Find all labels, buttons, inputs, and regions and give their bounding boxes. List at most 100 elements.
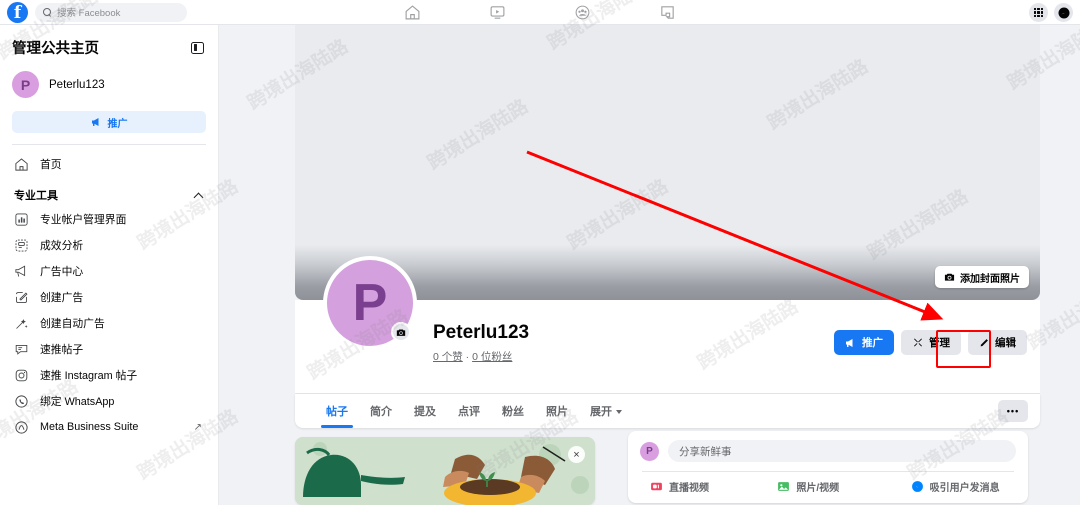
more-options-label: ••• xyxy=(1006,406,1020,416)
invite-message-button[interactable]: 吸引用户发消息 xyxy=(883,479,1016,494)
tabs-more-options-button[interactable]: ••• xyxy=(998,400,1028,422)
left-sidebar: 管理公共主页 P Peterlu123 推广 首页 专业工具 专业帐户管理界面 … xyxy=(0,25,219,505)
watch-video-icon[interactable] xyxy=(489,4,506,21)
close-promo-icon[interactable]: × xyxy=(568,446,585,463)
sidebar-item-insights[interactable]: 成效分析 xyxy=(12,232,206,258)
apps-grid-icon[interactable] xyxy=(1029,3,1048,22)
manage-label: 管理 xyxy=(929,337,950,349)
sidebar-section-label: 专业工具 xyxy=(14,190,58,202)
sidebar-item-boost-post[interactable]: 速推帖子 xyxy=(12,336,206,362)
composer-avatar-letter: P xyxy=(646,445,653,457)
tab-more[interactable]: 展开 xyxy=(579,394,633,428)
chevron-down-icon xyxy=(616,409,622,414)
tab-mentions[interactable]: 提及 xyxy=(403,394,447,428)
tab-posts[interactable]: 帖子 xyxy=(315,394,359,428)
sidebar-label: 专业帐户管理界面 xyxy=(40,214,127,226)
megaphone-icon xyxy=(91,118,98,126)
tab-photos[interactable]: 照片 xyxy=(535,394,579,428)
facebook-page-manage-screen: f 搜索 Facebook 管理公共主页 P Peterlu123 推广 首页 … xyxy=(0,0,1080,505)
sidebar-label: 成效分析 xyxy=(40,240,84,252)
tab-reviews[interactable]: 点评 xyxy=(447,394,491,428)
speech-bubble-icon xyxy=(14,342,29,357)
profile-avatar[interactable]: P xyxy=(323,256,417,350)
photo-video-label: 照片/视频 xyxy=(796,483,840,494)
tab-followers[interactable]: 粉丝 xyxy=(491,394,535,428)
live-video-button[interactable]: 直播视频 xyxy=(640,479,755,494)
tab-about[interactable]: 简介 xyxy=(359,394,403,428)
page-card-column: 添加封面照片 P Peterlu123 0 个赞 · 0 位粉丝 推广 管理 编… xyxy=(295,25,1040,428)
instagram-icon xyxy=(14,368,29,383)
profile-strip: P Peterlu123 0 个赞 · 0 位粉丝 推广 管理 编辑 xyxy=(295,256,1040,394)
sidebar-item-boost-instagram-post[interactable]: 速推 Instagram 帖子 xyxy=(12,362,206,388)
tab-label: 提及 xyxy=(414,406,436,418)
close-icon-glyph: × xyxy=(573,448,580,461)
composer-actions: 直播视频 照片/视频 吸引用户发消息 xyxy=(640,479,1016,494)
sidebar-item-link-whatsapp[interactable]: 绑定 WhatsApp xyxy=(12,388,206,414)
composer-input[interactable]: 分享新鲜事 xyxy=(668,440,1016,462)
tab-label: 展开 xyxy=(590,406,612,418)
sidebar-item-home[interactable]: 首页 xyxy=(12,151,206,177)
sidebar-page-name: Peterlu123 xyxy=(49,78,105,91)
sidebar-label: 速推帖子 xyxy=(40,344,84,356)
sidebar-item-create-auto-ad[interactable]: 创建自动广告 xyxy=(12,310,206,336)
meta-icon xyxy=(14,420,29,435)
sidebar-label: 创建自动广告 xyxy=(40,318,105,330)
sidebar-label: 速推 Instagram 帖子 xyxy=(40,370,138,382)
top-navigation-bar: f 搜索 Facebook xyxy=(0,0,1080,25)
sidebar-item-meta-business-suite[interactable]: Meta Business Suite ↗ xyxy=(12,414,206,440)
sidebar-home-label: 首页 xyxy=(40,159,62,171)
composer-input-row: P 分享新鲜事 xyxy=(640,440,1016,462)
pencil-icon xyxy=(980,339,988,347)
tab-label: 照片 xyxy=(546,406,568,418)
megaphone-icon xyxy=(14,264,29,279)
change-avatar-camera-icon[interactable] xyxy=(391,322,411,342)
followers-count[interactable]: 0 位粉丝 xyxy=(472,351,512,363)
groups-icon[interactable] xyxy=(574,4,591,21)
home-icon[interactable] xyxy=(404,4,421,21)
sidebar-section-professional-tools[interactable]: 专业工具 xyxy=(12,187,206,203)
sidebar-promote-button[interactable]: 推广 xyxy=(12,111,206,133)
sidebar-item-ads-center[interactable]: 广告中心 xyxy=(12,258,206,284)
promo-illustration-card[interactable]: × xyxy=(295,437,595,505)
sidebar-avatar-letter: P xyxy=(20,76,31,93)
sidebar-label: Meta Business Suite xyxy=(40,421,139,433)
profile-avatar-letter: P xyxy=(352,274,388,332)
tab-label: 点评 xyxy=(458,406,480,418)
edit-button[interactable]: 编辑 xyxy=(968,330,1027,355)
facebook-logo-icon[interactable]: f xyxy=(7,1,28,23)
likes-count[interactable]: 0 个赞 xyxy=(433,351,463,363)
cover-photo-area[interactable]: 添加封面照片 xyxy=(295,25,1040,300)
search-input[interactable]: 搜索 Facebook xyxy=(35,2,187,22)
add-cover-photo-button[interactable]: 添加封面照片 xyxy=(935,266,1029,288)
edit-label: 编辑 xyxy=(995,337,1016,349)
page-tabs: 帖子 简介 提及 点评 粉丝 照片 展开 ••• xyxy=(295,394,1040,428)
page-action-buttons: 推广 管理 编辑 xyxy=(834,330,1027,355)
top-right-actions xyxy=(1029,0,1073,25)
magic-wand-icon xyxy=(14,316,29,331)
gaming-icon[interactable] xyxy=(659,4,676,21)
sidebar-collapse-icon[interactable] xyxy=(191,41,204,54)
composer-placeholder: 分享新鲜事 xyxy=(679,445,732,458)
composer-avatar: P xyxy=(640,441,659,461)
sidebar-item-professional-dashboard[interactable]: 专业帐户管理界面 xyxy=(12,206,206,232)
sidebar-item-create-ad[interactable]: 创建广告 xyxy=(12,284,206,310)
tab-label: 粉丝 xyxy=(502,406,524,418)
tab-label: 帖子 xyxy=(326,406,348,418)
pencil-square-icon xyxy=(14,290,29,305)
invite-message-label: 吸引用户发消息 xyxy=(929,483,1000,494)
messenger-icon[interactable] xyxy=(1054,3,1073,22)
search-icon xyxy=(43,7,52,17)
search-placeholder: 搜索 Facebook xyxy=(57,8,121,19)
gardening-illustration xyxy=(295,437,595,505)
stats-separator: · xyxy=(462,351,473,363)
manage-button[interactable]: 管理 xyxy=(901,330,961,355)
photo-video-button[interactable]: 照片/视频 xyxy=(755,479,882,494)
lower-content-row: × P 分享新鲜事 直播视频 照片/视频 吸引用户发消息 xyxy=(295,431,1080,505)
sidebar-page-row[interactable]: P Peterlu123 xyxy=(12,71,206,98)
add-cover-photo-label: 添加封面照片 xyxy=(960,273,1020,285)
sidebar-label: 绑定 WhatsApp xyxy=(40,396,115,408)
promote-button[interactable]: 推广 xyxy=(834,330,894,355)
composer-divider xyxy=(642,471,1014,472)
page-stats: 0 个赞 · 0 位粉丝 xyxy=(433,349,512,364)
live-video-icon xyxy=(651,482,662,491)
